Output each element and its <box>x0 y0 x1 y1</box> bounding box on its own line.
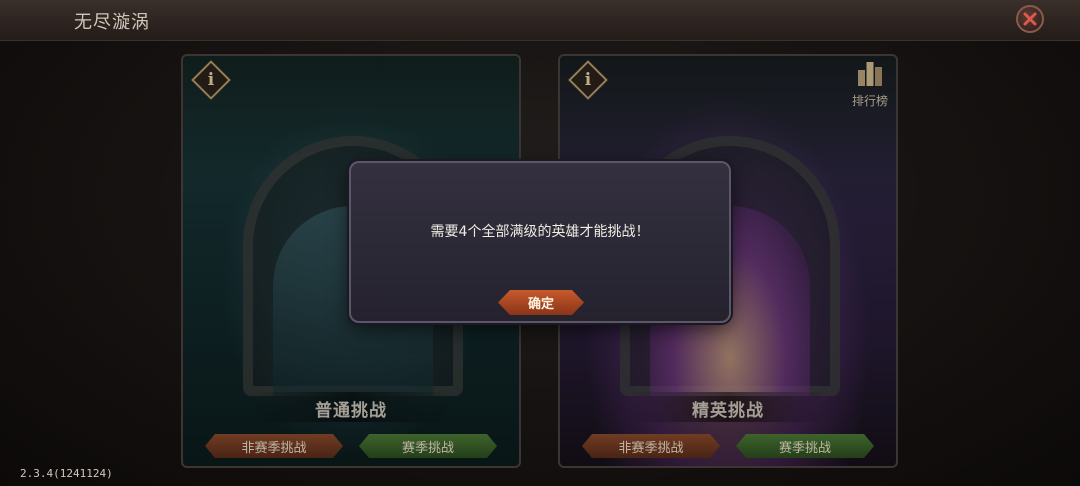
alert-dialog: 需要4个全部满级的英雄才能挑战！ 确定 <box>349 161 731 323</box>
close-button[interactable] <box>1016 5 1044 33</box>
page-title: 无尽漩涡 <box>74 12 150 33</box>
confirm-button[interactable]: 确定 <box>498 290 584 315</box>
close-icon <box>1023 12 1037 26</box>
alert-message: 需要4个全部满级的英雄才能挑战！ <box>430 224 650 240</box>
version-label: 2.3.4(1241124) <box>20 467 113 480</box>
top-bar: 无尽漩涡 <box>0 0 1080 41</box>
